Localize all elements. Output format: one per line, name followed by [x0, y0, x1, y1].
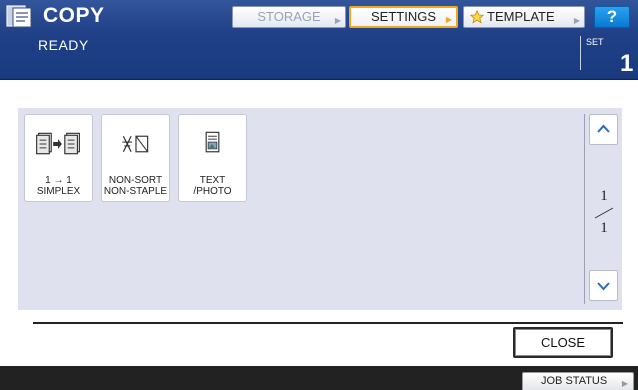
scroll-down-button[interactable]: [589, 270, 618, 301]
status-text: READY: [38, 37, 89, 53]
copier-icon: [6, 5, 32, 28]
text-photo-label: TEXT /PHOTO: [193, 175, 232, 197]
corner-arrow-icon: ▶: [445, 15, 452, 24]
close-button-label: CLOSE: [540, 335, 586, 350]
chevron-down-icon: [597, 282, 610, 291]
non-sort-non-staple-label: NON-SORT NON-STAPLE: [103, 175, 168, 197]
text-photo-button[interactable]: TEXT /PHOTO: [178, 114, 247, 202]
job-status-button[interactable]: JOB STATUS ▶: [522, 372, 634, 390]
corner-arrow-icon: ▶: [334, 16, 341, 25]
storage-button-label: STORAGE: [257, 9, 321, 24]
help-icon: ?: [606, 7, 618, 26]
simplex-label: 1 → 1 SIMPLEX: [36, 175, 81, 197]
chevron-up-icon: [597, 124, 610, 133]
corner-arrow-icon: ▶: [573, 16, 580, 25]
function-panel: 1 → 1 SIMPLEX NON-SORT NON-STAPLE TEXT /…: [18, 108, 622, 310]
simplex-button[interactable]: 1 → 1 SIMPLEX: [24, 114, 93, 202]
set-label: SET: [586, 37, 604, 47]
corner-arrow-icon: ▶: [621, 379, 628, 388]
template-button-label: TEMPLATE: [487, 9, 555, 24]
header-bar: COPY STORAGE ▶ SETTINGS ▶ TEMPLATE ▶ ? R…: [0, 0, 638, 80]
set-count: 1: [620, 50, 634, 77]
non-sort-non-staple-button[interactable]: NON-SORT NON-STAPLE: [101, 114, 170, 202]
page-total: 1: [600, 220, 608, 236]
settings-button-label: SETTINGS: [370, 9, 436, 24]
job-status-label: JOB STATUS: [541, 375, 608, 387]
app-title: COPY: [43, 4, 105, 27]
set-divider: [580, 36, 581, 70]
scroll-up-button[interactable]: [589, 114, 618, 145]
page-current: 1: [600, 188, 608, 204]
template-button[interactable]: TEMPLATE ▶: [463, 6, 585, 28]
storage-button[interactable]: STORAGE ▶: [232, 6, 346, 28]
divider-line: [33, 322, 623, 324]
page-divider: [594, 207, 614, 219]
star-icon: [470, 10, 484, 24]
non-sort-non-staple-icon: [122, 135, 149, 153]
settings-button[interactable]: SETTINGS ▶: [349, 6, 458, 28]
close-button[interactable]: CLOSE: [513, 327, 613, 358]
simplex-copy-icon: [36, 132, 80, 155]
text-photo-icon: [205, 131, 220, 153]
scroll-divider: [584, 114, 585, 304]
help-button[interactable]: ?: [594, 6, 630, 28]
